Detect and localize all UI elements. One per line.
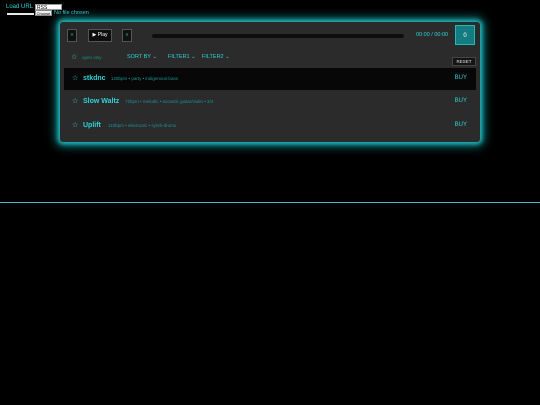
buy-button[interactable]: BUY [455,98,467,104]
track-row[interactable]: ☆ stkdnc 128bpm • party • indigenous:bas… [64,68,476,90]
file-progress-bar [7,13,34,15]
sort-by-dropdown[interactable]: SORT BY ⌄ [127,54,157,60]
reset-button[interactable]: RESET [452,57,476,66]
filter1-dropdown[interactable]: FILTER1 ⌄ [168,54,196,60]
cart-counter[interactable]: 0 [455,25,475,45]
track-title[interactable]: Slow Waltz [83,98,119,105]
no-file-label: No file chosen [54,10,89,16]
star-icon[interactable]: ☆ [72,74,78,82]
star-icon[interactable]: ☆ [71,53,77,61]
choose-file-button[interactable]: Choose [35,10,52,16]
divider [0,202,540,203]
track-row[interactable]: ☆ Uplift 110bpm • electronic • synth-dru… [64,115,476,137]
track-title[interactable]: Uplift [83,122,101,129]
track-meta: 110bpm • electronic • synth-drums [108,123,177,128]
prev-button[interactable]: « [67,29,77,42]
track-meta: 72bpm • melodic • acoustic guitar/violin… [125,99,214,104]
seek-bar[interactable] [152,34,404,38]
sort-by-label: SORT BY [127,54,151,60]
filter1-label: FILTER1 [168,54,190,60]
file-picker: Choose No file chosen [7,10,127,18]
player-panel: « ▶ Play » 00:00 / 00:00 0 ☆ open only S… [60,22,480,142]
filter-bar: ☆ open only SORT BY ⌄ FILTER1 ⌄ FILTER2 … [60,52,480,66]
chevron-down-icon: ⌄ [152,54,157,60]
time-display: 00:00 / 00:00 [416,32,449,38]
buy-button[interactable]: BUY [455,122,467,128]
filter2-label: FILTER2 [202,54,224,60]
play-button[interactable]: ▶ Play [88,29,112,42]
chevron-down-icon: ⌄ [225,54,230,60]
track-row[interactable]: ☆ Slow Waltz 72bpm • melodic • acoustic … [64,91,476,113]
buy-button[interactable]: BUY [455,75,467,81]
track-meta: 128bpm • party • indigenous:bass [111,76,178,81]
next-button[interactable]: » [122,29,132,42]
filter2-dropdown[interactable]: FILTER2 ⌄ [202,54,230,60]
open-only-toggle[interactable]: open only [82,55,102,60]
chevron-down-icon: ⌄ [191,54,196,60]
track-title[interactable]: stkdnc [83,75,106,82]
star-icon[interactable]: ☆ [72,121,78,129]
star-icon[interactable]: ☆ [72,97,78,105]
